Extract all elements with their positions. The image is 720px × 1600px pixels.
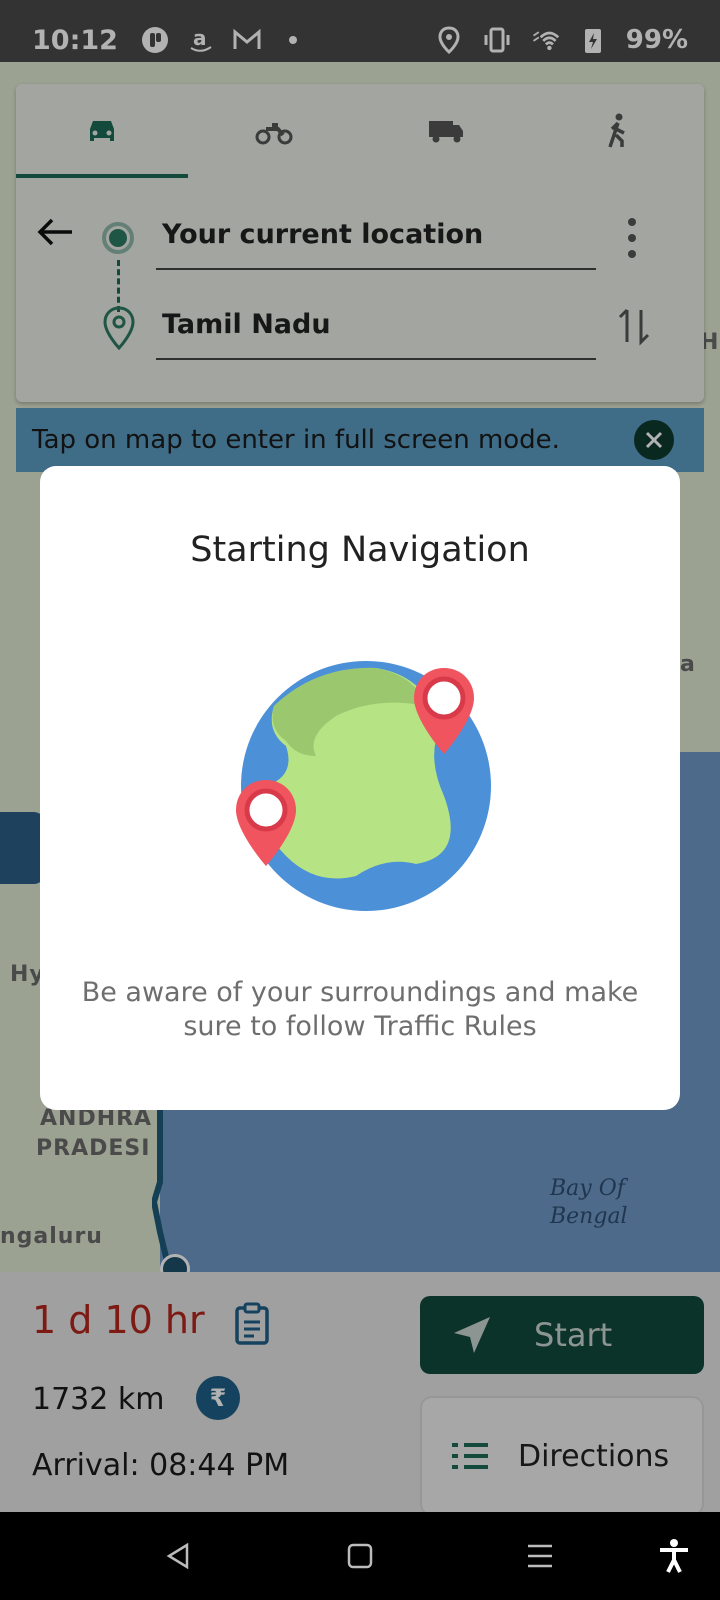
home-icon[interactable] (340, 1536, 380, 1576)
globe-icon (236, 661, 491, 911)
starting-navigation-dialog: Starting Navigation Be aware of your sur… (40, 466, 680, 1110)
accessibility-icon[interactable] (654, 1536, 694, 1576)
back-icon[interactable] (158, 1536, 198, 1576)
system-navigation-bar (0, 1512, 720, 1600)
recents-icon[interactable] (520, 1536, 560, 1576)
dialog-message: Be aware of your surroundings and make s… (81, 977, 639, 1042)
dialog-title: Starting Navigation (190, 530, 530, 570)
